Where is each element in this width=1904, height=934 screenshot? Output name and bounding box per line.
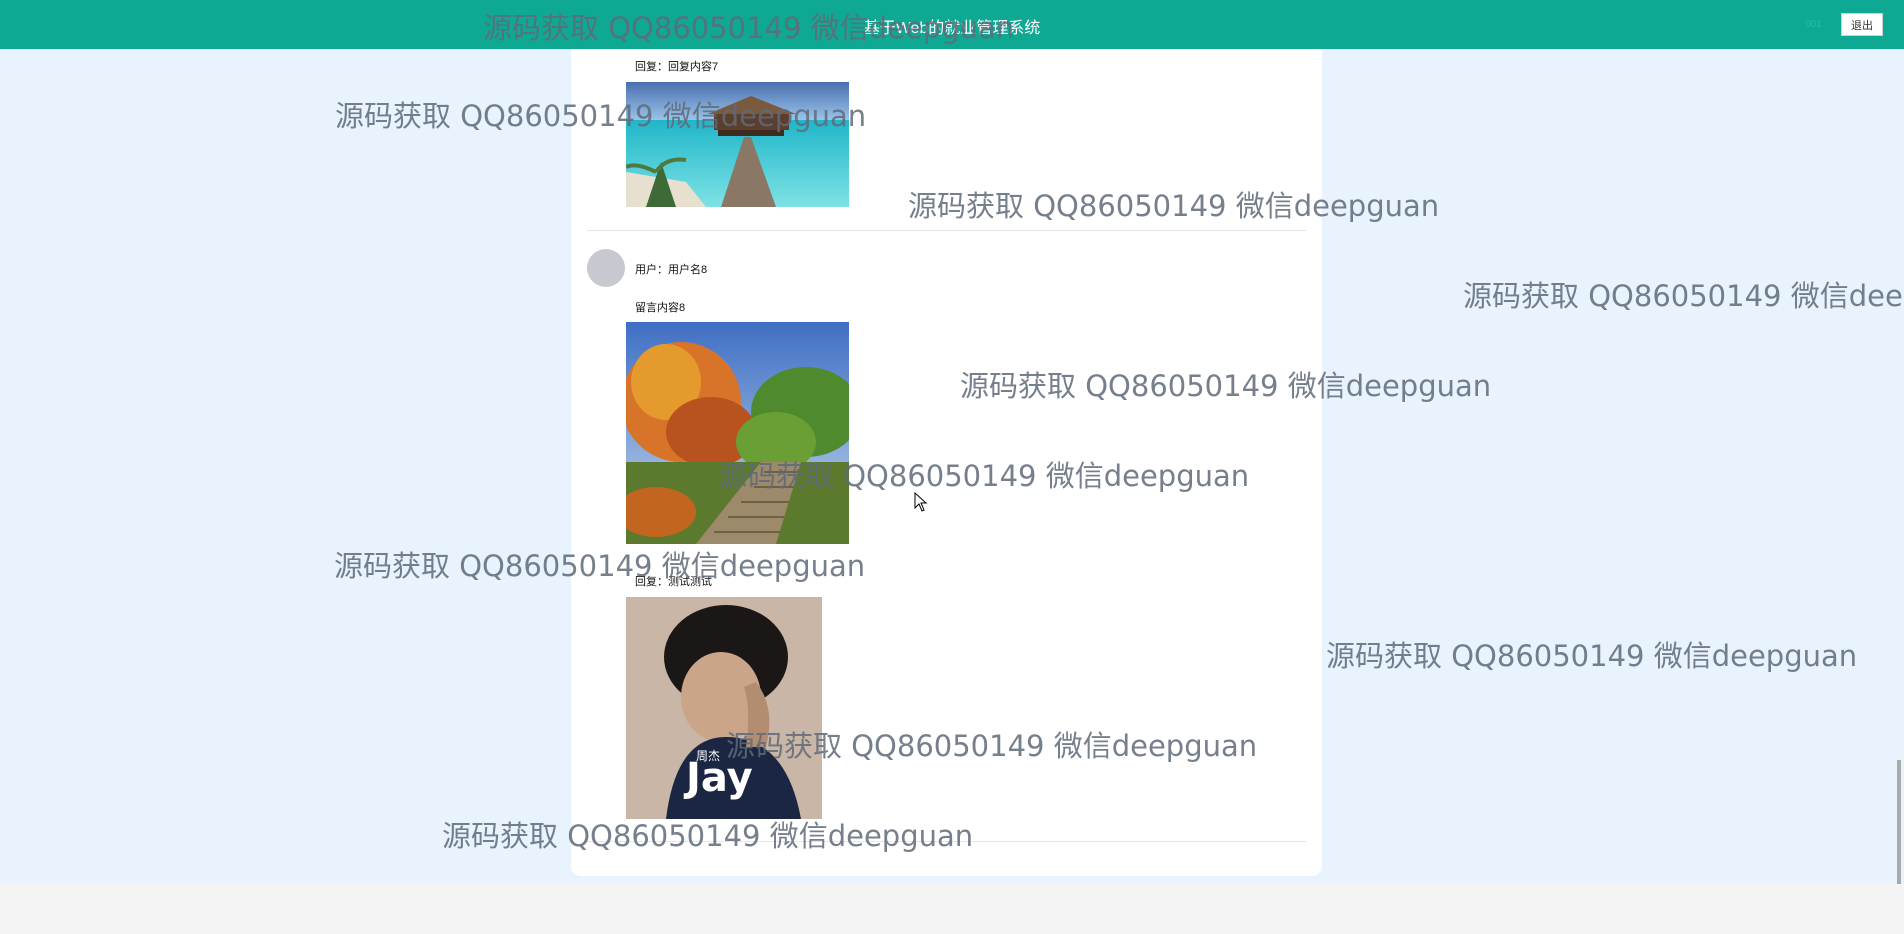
- watermark-text: 源码获取 QQ86050149 微信deepguan: [908, 189, 1440, 223]
- message-divider: [587, 230, 1306, 231]
- user-avatar: [587, 249, 625, 287]
- scrollbar-thumb[interactable]: [1897, 760, 1901, 884]
- message-image-autumn[interactable]: [626, 322, 849, 544]
- page-footer-strip: [0, 884, 1904, 934]
- message-content: 留言内容8: [635, 302, 686, 314]
- watermark-text: 源码获取 QQ86050149 微信deepguan: [718, 459, 1250, 493]
- watermark-text: 源码获取 QQ86050149 微信deepguan: [960, 369, 1492, 403]
- watermark-text: 源码获取 QQ86050149 微信deepguan: [442, 819, 974, 853]
- watermark-text: 源码获取 QQ86050149 微信deepguan: [726, 729, 1258, 763]
- watermark-text: 源码获取 QQ86050149 微信deepguan: [334, 549, 866, 583]
- reply-image-album[interactable]: 周杰 Jay: [626, 597, 822, 819]
- watermark-text: 源码获取 QQ86050149 微信deepguan: [1463, 279, 1904, 313]
- watermark-text: 源码获取 QQ86050149 微信deepguan: [483, 11, 1015, 45]
- message-username: 用户：用户名8: [635, 264, 708, 276]
- reply-label: 回复：回复内容7: [635, 61, 719, 73]
- current-username: 001: [1805, 19, 1822, 30]
- logout-button[interactable]: 退出: [1841, 13, 1883, 36]
- mouse-cursor-icon: [914, 492, 928, 512]
- watermark-text: 源码获取 QQ86050149 微信deepguan: [1326, 639, 1858, 673]
- autumn-stairs-photo-icon: [626, 322, 849, 544]
- watermark-text: 源码获取 QQ86050149 微信deepguan: [335, 99, 867, 133]
